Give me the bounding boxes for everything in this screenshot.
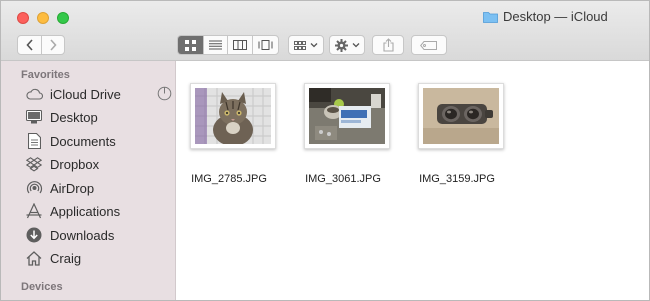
minimize-window-button[interactable] <box>37 12 49 24</box>
share-button[interactable] <box>372 35 404 55</box>
home-icon <box>25 249 43 267</box>
document-icon <box>25 132 43 150</box>
icon-view-button[interactable] <box>178 36 204 54</box>
list-icon <box>208 40 222 50</box>
file-item[interactable]: IMG_2785.JPG <box>176 83 276 185</box>
gear-icon <box>334 38 348 52</box>
cloud-icon <box>25 85 43 103</box>
window-title: Desktop — iCloud <box>483 9 608 24</box>
file-thumbnail <box>304 83 390 149</box>
folder-icon <box>483 11 498 23</box>
finder-window: Desktop — iCloud Favorites iCloud Drive … <box>0 0 650 301</box>
sidebar-item-label: Desktop <box>50 109 98 125</box>
chevron-left-icon <box>25 39 33 51</box>
sidebar-item-label: Craig <box>50 250 82 266</box>
grid-icon <box>184 39 196 51</box>
sidebar-item-label: AirDrop <box>50 180 95 196</box>
arrange-button[interactable] <box>288 35 324 55</box>
file-name: IMG_3061.JPG <box>305 173 381 185</box>
sidebar-item-icloud-drive[interactable]: iCloud Drive <box>25 83 173 105</box>
desk-photo-thumbnail <box>309 88 385 144</box>
cover-flow-icon <box>258 40 273 50</box>
column-view-button[interactable] <box>228 36 253 54</box>
cover-flow-button[interactable] <box>253 36 278 54</box>
file-thumbnail <box>418 83 504 149</box>
columns-icon <box>232 40 247 50</box>
dropbox-icon <box>25 155 43 173</box>
file-item[interactable]: IMG_3061.JPG <box>290 83 390 185</box>
share-icon <box>382 38 394 52</box>
file-thumbnail <box>190 83 276 149</box>
cat-photo-thumbnail <box>195 88 271 144</box>
tags-button[interactable] <box>411 35 447 55</box>
devices-header: Devices <box>21 281 63 293</box>
file-item[interactable]: IMG_3159.JPG <box>404 83 504 185</box>
close-window-button[interactable] <box>17 12 29 24</box>
downloads-icon <box>25 226 43 244</box>
sidebar-item-label: Downloads <box>50 227 115 243</box>
sidebar-item-label: Dropbox <box>50 156 100 172</box>
chevron-down-icon <box>352 43 359 48</box>
desktop-icon <box>25 108 43 126</box>
sidebar-item-label: Applications <box>50 203 121 219</box>
applications-icon <box>25 202 43 220</box>
title-bar: Desktop — iCloud <box>1 1 649 61</box>
file-name: IMG_3159.JPG <box>419 173 495 185</box>
favorites-header: Favorites <box>21 69 70 81</box>
sidebar-item-airdrop[interactable]: AirDrop <box>25 177 173 199</box>
forward-button[interactable] <box>42 36 64 54</box>
view-mode-control <box>177 35 279 55</box>
airdrop-icon <box>25 179 43 197</box>
sidebar-item-documents[interactable]: Documents <box>25 130 173 152</box>
sidebar-item-downloads[interactable]: Downloads <box>25 224 173 246</box>
back-button[interactable] <box>18 36 42 54</box>
window-title-text: Desktop — iCloud <box>503 9 608 24</box>
sidebar-item-desktop[interactable]: Desktop <box>25 106 173 128</box>
sidebar-item-applications[interactable]: Applications <box>25 200 173 222</box>
sidebar: Favorites iCloud Drive Desktop Documents <box>1 61 176 300</box>
sidebar-item-label: Documents <box>50 133 116 149</box>
zoom-window-button[interactable] <box>57 12 69 24</box>
chevron-right-icon <box>50 39 57 51</box>
navigation-buttons <box>17 35 65 55</box>
file-browser-area: IMG_2785.JPG IMG_3061.JPG IMG_3159.JPG <box>176 61 649 300</box>
arrange-grid-icon <box>294 40 306 50</box>
sidebar-item-dropbox[interactable]: Dropbox <box>25 153 173 175</box>
file-name: IMG_2785.JPG <box>191 173 267 185</box>
glasses-photo-thumbnail <box>423 88 499 144</box>
tag-icon <box>420 40 437 50</box>
sidebar-item-craig[interactable]: Craig <box>25 247 173 269</box>
action-button[interactable] <box>329 35 365 55</box>
sidebar-item-label: iCloud Drive <box>50 86 121 102</box>
storage-progress-icon <box>157 86 172 101</box>
chevron-down-icon <box>310 43 318 48</box>
list-view-button[interactable] <box>204 36 229 54</box>
